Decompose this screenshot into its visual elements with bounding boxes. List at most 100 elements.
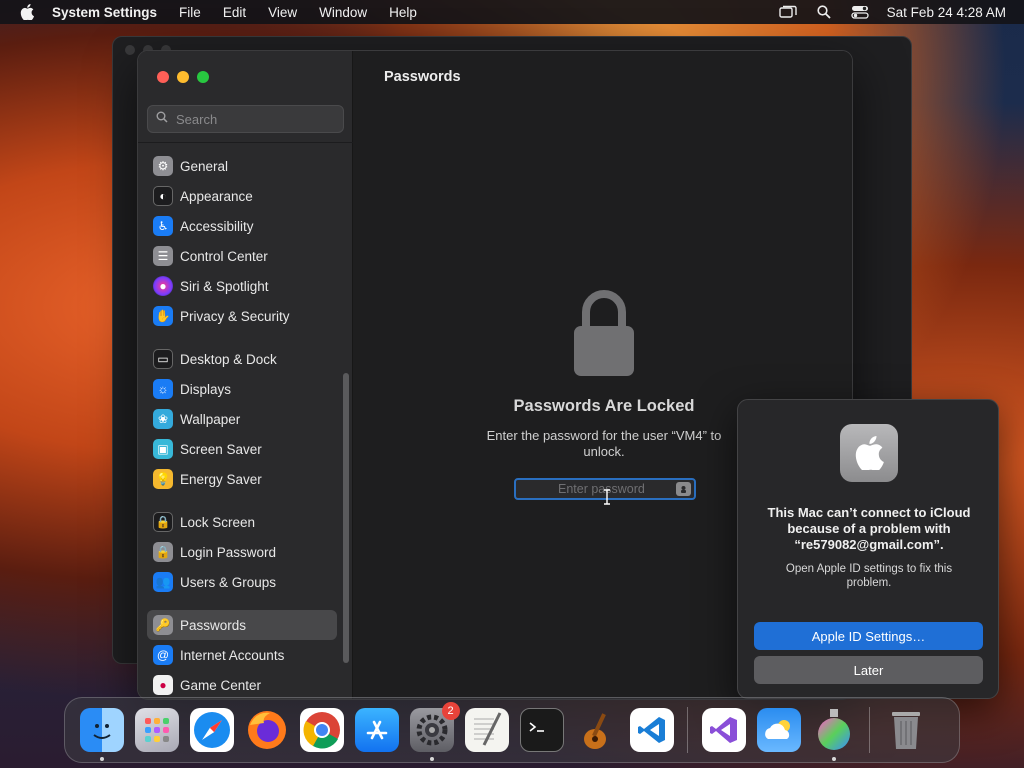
- icloud-alert-dialog: This Mac can’t connect to iCloud because…: [737, 399, 999, 699]
- close-button[interactable]: [157, 71, 169, 83]
- password-input[interactable]: [558, 482, 674, 496]
- sidebar-item-privacy-security[interactable]: ✋ Privacy & Security: [147, 301, 337, 331]
- sidebar-item-label: Internet Accounts: [180, 647, 285, 663]
- sidebar-item-general[interactable]: ⚙ General: [147, 151, 337, 181]
- sidebar-item-label: Desktop & Dock: [180, 351, 277, 367]
- sidebar-item-label: Accessibility: [180, 218, 254, 234]
- weather-icon[interactable]: [756, 708, 801, 752]
- game-center-icon: ●: [153, 675, 173, 695]
- apple-menu-icon[interactable]: [18, 3, 36, 21]
- visual-studio-icon[interactable]: [701, 708, 746, 752]
- sidebar: ⚙ General ◐ Appearance ♿ Accessibility ☰…: [138, 51, 353, 699]
- textedit-icon[interactable]: [464, 708, 509, 752]
- sidebar-item-users-groups[interactable]: 👥 Users & Groups: [147, 567, 337, 597]
- window-controls: [157, 71, 209, 83]
- desktop-dock-icon: ▭: [153, 349, 173, 369]
- sidebar-item-displays[interactable]: ☼ Displays: [147, 374, 337, 404]
- sidebar-item-label: General: [180, 158, 229, 174]
- menu-view[interactable]: View: [257, 5, 308, 20]
- menu-edit[interactable]: Edit: [212, 5, 257, 20]
- safari-icon[interactable]: [189, 708, 234, 752]
- vscode-icon[interactable]: [629, 708, 674, 752]
- apple-logo-icon: [840, 424, 898, 482]
- sidebar-scrollbar[interactable]: [343, 373, 349, 663]
- screen-mirroring-icon[interactable]: [778, 5, 797, 19]
- zoom-button[interactable]: [197, 71, 209, 83]
- siri-icon: ●: [153, 276, 173, 296]
- sidebar-item-label: Appearance: [180, 188, 253, 204]
- password-key-icon[interactable]: [676, 482, 691, 496]
- menu-app-name[interactable]: System Settings: [46, 5, 168, 20]
- menu-file[interactable]: File: [168, 5, 212, 20]
- hand-icon: ✋: [153, 306, 173, 326]
- later-button[interactable]: Later: [754, 656, 983, 684]
- dock-divider-trash: [869, 707, 870, 753]
- sidebar-item-wallpaper[interactable]: ❀ Wallpaper: [147, 404, 337, 434]
- energy-saver-icon: 💡: [153, 469, 173, 489]
- sidebar-item-label: Screen Saver: [180, 441, 262, 457]
- sidebar-item-label: Energy Saver: [180, 471, 262, 487]
- sidebar-item-label: Privacy & Security: [180, 308, 290, 324]
- control-center-menubar-icon[interactable]: [851, 5, 869, 19]
- app-store-icon[interactable]: [354, 708, 399, 752]
- sidebar-item-label: Login Password: [180, 544, 277, 560]
- trash-icon[interactable]: [884, 708, 928, 752]
- search-input[interactable]: [176, 111, 326, 127]
- launchpad-icon[interactable]: [134, 708, 179, 752]
- sidebar-item-screen-saver[interactable]: ▣ Screen Saver: [147, 434, 337, 464]
- sidebar-divider: [138, 142, 353, 143]
- gear-icon: ⚙: [153, 156, 173, 176]
- chrome-icon[interactable]: [299, 708, 344, 752]
- sidebar-item-desktop-dock[interactable]: ▭ Desktop & Dock: [147, 344, 337, 374]
- dock-divider: [687, 707, 688, 753]
- at-icon: @: [153, 645, 173, 665]
- sidebar-item-energy-saver[interactable]: 💡 Energy Saver: [147, 464, 337, 494]
- sidebar-item-label: Siri & Spotlight: [180, 278, 269, 294]
- firefox-icon[interactable]: [245, 708, 289, 752]
- system-settings-icon[interactable]: 2: [409, 702, 460, 761]
- apple-id-settings-button[interactable]: Apple ID Settings…: [754, 622, 983, 650]
- sidebar-item-control-center[interactable]: ☰ Control Center: [147, 241, 337, 271]
- screen-saver-icon: ▣: [153, 439, 173, 459]
- wallpaper-icon: ❀: [153, 409, 173, 429]
- sidebar-item-game-center[interactable]: ● Game Center: [147, 670, 337, 699]
- finder-icon[interactable]: [79, 708, 124, 761]
- appearance-icon: ◐: [153, 186, 173, 206]
- lock-screen-icon: 🔒: [153, 512, 173, 532]
- key-icon: 🔑: [153, 615, 173, 635]
- menu-window[interactable]: Window: [308, 5, 378, 20]
- sidebar-nav: ⚙ General ◐ Appearance ♿ Accessibility ☰…: [147, 151, 337, 699]
- sidebar-item-lock-screen[interactable]: 🔒 Lock Screen: [147, 507, 337, 537]
- sidebar-item-internet-accounts[interactable]: @ Internet Accounts: [147, 640, 337, 670]
- sidebar-item-label: Passwords: [180, 617, 247, 633]
- menu-help[interactable]: Help: [378, 5, 428, 20]
- sidebar-item-label: Displays: [180, 381, 232, 397]
- sidebar-item-label: Lock Screen: [180, 514, 256, 530]
- sidebar-item-appearance[interactable]: ◐ Appearance: [147, 181, 337, 211]
- locked-description: Enter the password for the user “VM4” to…: [486, 428, 722, 459]
- search-field[interactable]: [147, 105, 344, 133]
- disk-utility-icon[interactable]: [812, 708, 856, 761]
- menu-bar: System Settings File Edit View Window He…: [0, 0, 1024, 24]
- accessibility-icon: ♿: [153, 216, 173, 236]
- text-cursor-icon: [602, 489, 612, 505]
- sidebar-item-label: Game Center: [180, 677, 262, 693]
- sidebar-item-siri-spotlight[interactable]: ● Siri & Spotlight: [147, 271, 337, 301]
- search-icon: [156, 110, 168, 128]
- sidebar-item-login-password[interactable]: 🔒 Login Password: [147, 537, 337, 567]
- dock: 2: [64, 697, 960, 763]
- dialog-message: Open Apple ID settings to fix this probl…: [785, 563, 953, 589]
- login-password-icon: 🔒: [153, 542, 173, 562]
- terminal-icon[interactable]: [519, 708, 564, 752]
- users-groups-icon: 👥: [153, 572, 173, 592]
- minimize-button[interactable]: [177, 71, 189, 83]
- sidebar-item-passwords[interactable]: 🔑 Passwords: [147, 610, 337, 640]
- control-center-icon: ☰: [153, 246, 173, 266]
- menubar-clock[interactable]: Sat Feb 24 4:28 AM: [887, 5, 1006, 20]
- notification-badge: 2: [441, 702, 460, 720]
- sidebar-item-accessibility[interactable]: ♿ Accessibility: [147, 211, 337, 241]
- sidebar-item-label: Wallpaper: [180, 411, 241, 427]
- garageband-icon[interactable]: [575, 708, 619, 752]
- lock-icon: [572, 288, 636, 378]
- spotlight-search-icon[interactable]: [815, 5, 833, 19]
